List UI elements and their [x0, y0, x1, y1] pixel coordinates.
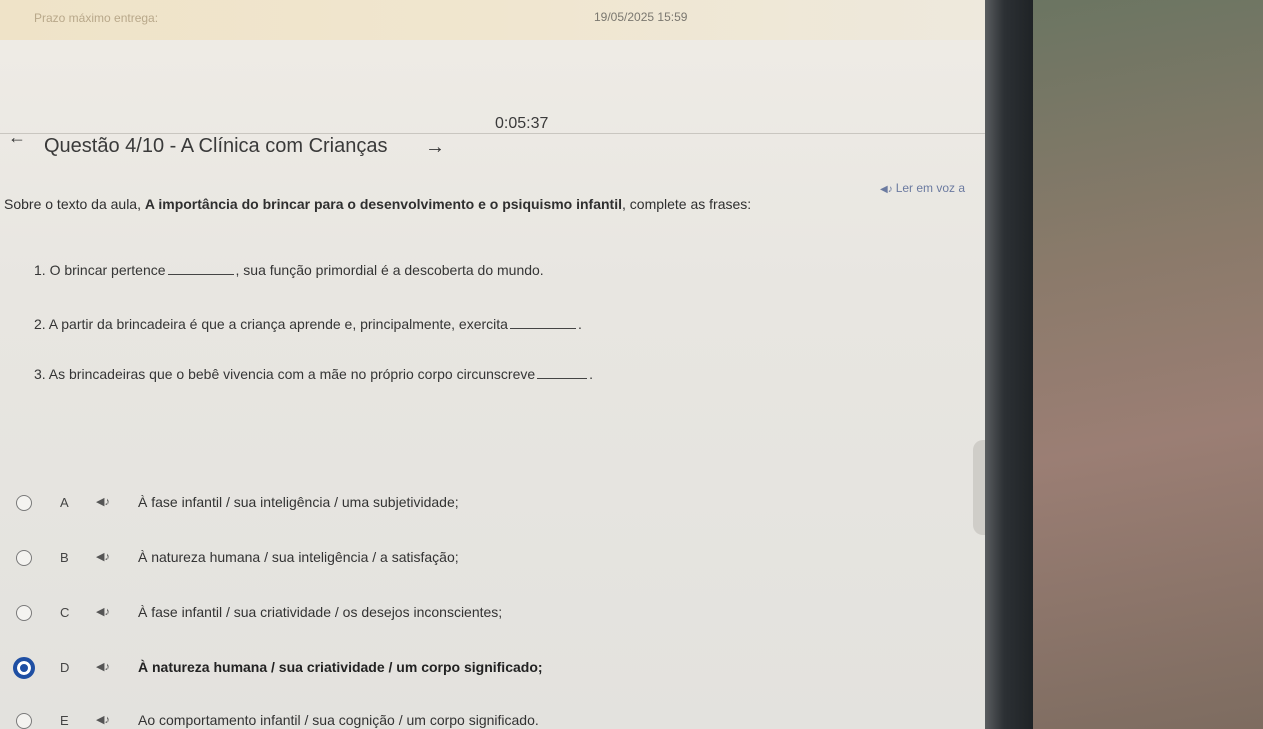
blank	[509, 318, 576, 329]
option-d[interactable]: D ◀♪ À natureza humana / sua criatividad…	[13, 657, 976, 680]
sentence-text: 3. As brincadeiras que o bebê vivencia c…	[34, 366, 536, 382]
option-text: À fase infantil / sua criatividade / os …	[138, 604, 503, 620]
arrow-left-icon[interactable]: ←	[8, 127, 26, 148]
option-letter: B	[60, 550, 69, 565]
option-b[interactable]: B ◀♪ À natureza humana / sua inteligênci…	[16, 548, 976, 570]
deadline-bar: Prazo máximo entrega: 19/05/2025 15:59	[0, 0, 985, 40]
option-letter: E	[60, 713, 69, 728]
read-aloud-button[interactable]: ◀♪ Ler em voz a	[880, 181, 965, 195]
sentence-text-end: .	[577, 316, 582, 332]
speaker-icon[interactable]: ◀♪	[96, 660, 110, 673]
option-c[interactable]: C ◀♪ À fase infantil / sua criatividade …	[16, 603, 976, 625]
divider	[0, 133, 985, 134]
deadline-value: 19/05/2025 15:59	[594, 10, 688, 24]
option-text: À natureza humana / sua inteligência / a…	[138, 549, 459, 565]
speaker-icon[interactable]: ◀♪	[96, 713, 110, 726]
speaker-icon[interactable]: ◀♪	[96, 605, 110, 618]
option-text: À fase infantil / sua inteligência / uma…	[138, 494, 459, 510]
sentence-2: 2. A partir da brincadeira é que a crian…	[34, 316, 582, 332]
deadline-label: Prazo máximo entrega:	[34, 11, 159, 25]
blank	[167, 264, 234, 275]
blank	[537, 368, 588, 379]
timer: 0:05:37	[495, 115, 549, 132]
option-a[interactable]: A ◀♪ À fase infantil / sua inteligência …	[16, 493, 976, 515]
radio-button[interactable]	[16, 550, 32, 566]
prompt-bold-text: A importância do brincar para o desenvol…	[144, 196, 622, 212]
speaker-icon[interactable]: ◀♪	[96, 550, 110, 563]
background-surface	[1033, 0, 1263, 729]
arrow-right-icon[interactable]: →	[425, 136, 445, 159]
sentence-text-end: .	[589, 366, 594, 382]
read-aloud-label: Ler em voz a	[895, 181, 966, 195]
device-bezel	[985, 0, 1033, 729]
sentence-text-end: , sua função primordial é a descoberta d…	[235, 262, 544, 278]
radio-button[interactable]	[16, 495, 32, 511]
option-letter: C	[60, 605, 70, 620]
quiz-screen: Prazo máximo entrega: 19/05/2025 15:59 0…	[0, 0, 985, 729]
sentence-text: 1. O brincar pertence	[34, 262, 166, 278]
prompt-text-end: , complete as frases:	[622, 196, 752, 212]
speaker-icon[interactable]: ◀♪	[96, 495, 110, 508]
speaker-icon: ◀♪	[880, 184, 893, 195]
option-text: À natureza humana / sua criatividade / u…	[138, 659, 543, 675]
option-letter: D	[60, 660, 70, 675]
sentence-3: 3. As brincadeiras que o bebê vivencia c…	[34, 366, 593, 382]
radio-button-selected[interactable]	[13, 657, 35, 679]
option-text: Ao comportamento infantil / sua cognição…	[138, 712, 539, 728]
radio-button[interactable]	[16, 713, 32, 729]
option-letter: A	[60, 495, 69, 510]
radio-button[interactable]	[16, 605, 32, 621]
prompt-text: Sobre o texto da aula,	[4, 196, 145, 212]
sentence-1: 1. O brincar pertence , sua função primor…	[34, 262, 544, 278]
question-prompt: Sobre o texto da aula, A importância do …	[4, 196, 751, 212]
question-title: Questão 4/10 - A Clínica com Crianças	[44, 135, 388, 157]
option-e[interactable]: E ◀♪ Ao comportamento infantil / sua cog…	[16, 711, 976, 729]
sentence-text: 2. A partir da brincadeira é que a crian…	[34, 316, 508, 332]
